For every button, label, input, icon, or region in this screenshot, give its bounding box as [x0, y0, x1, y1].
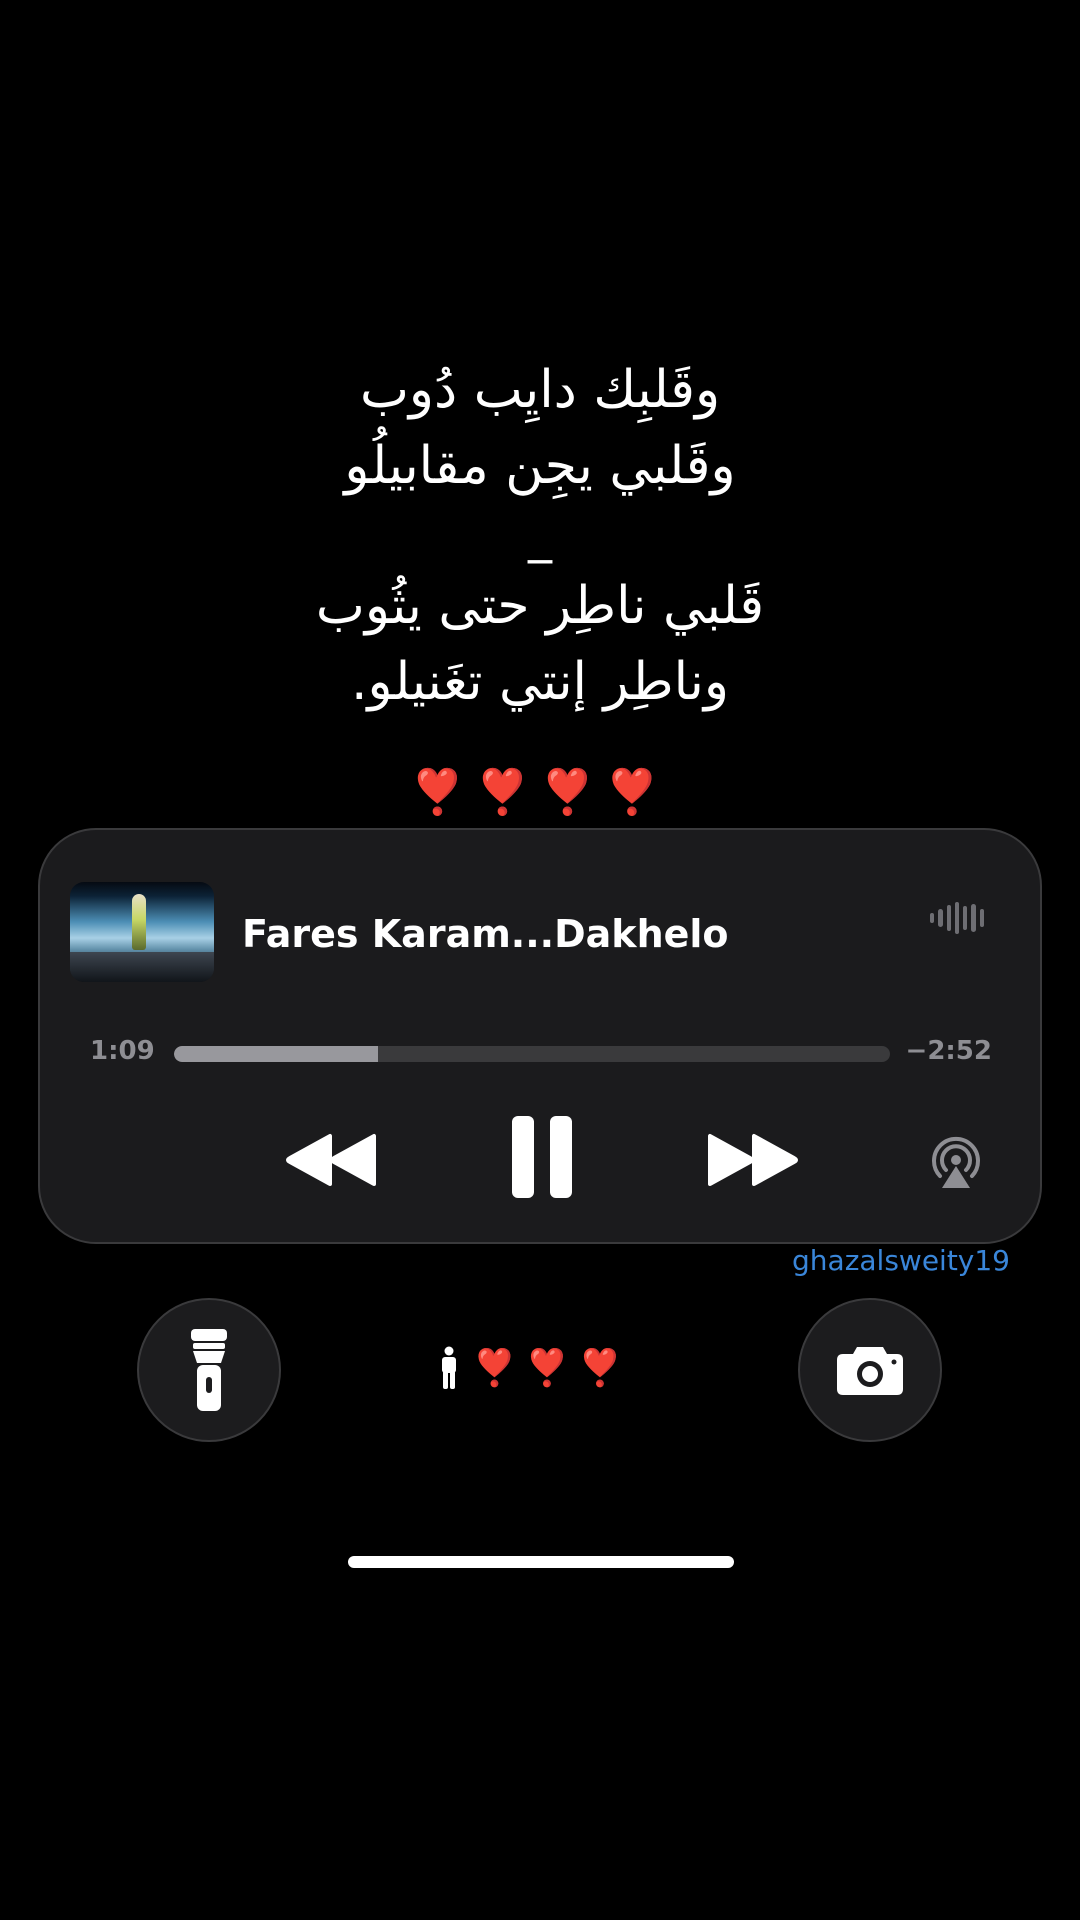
- home-indicator[interactable]: [348, 1556, 734, 1568]
- flashlight-button[interactable]: [137, 1298, 281, 1442]
- status-row: ❣️❣️❣️: [440, 1344, 640, 1392]
- fast-forward-button[interactable]: [704, 1128, 800, 1192]
- lyrics-line-2: وقَلبي يجِن مقابيلُو: [344, 436, 736, 496]
- creator-username: ghazalsweity19: [792, 1244, 1010, 1277]
- pause-button[interactable]: [506, 1112, 578, 1202]
- camera-button[interactable]: [798, 1298, 942, 1442]
- song-title[interactable]: Fares Karam...Dakhelo: [242, 912, 729, 956]
- lyrics-caption: وقَلبِك دايِب دُوب وقَلبي يجِن مقابيلُو …: [0, 352, 1080, 720]
- album-artwork[interactable]: [70, 882, 214, 982]
- now-playing-widget[interactable]: Fares Karam...Dakhelo 1:09 −2:52: [38, 828, 1042, 1244]
- hearts-emoji-row: ❣️❣️❣️❣️: [410, 767, 670, 818]
- elapsed-time: 1:09: [90, 1036, 155, 1066]
- progress-fill: [174, 1046, 379, 1062]
- airplay-audio-icon: [932, 1136, 980, 1188]
- lyrics-line-3: قَلبي ناطِر حتى يثُوب: [315, 576, 765, 636]
- lyrics-separator: _: [528, 508, 552, 564]
- camera-icon: [837, 1347, 903, 1395]
- artwork-pier: [70, 952, 214, 982]
- flashlight-icon: [191, 1329, 227, 1411]
- rewind-button[interactable]: [284, 1128, 380, 1192]
- lyrics-line-4: وناطِر إنتي تغَنيلو.: [350, 652, 730, 712]
- airplay-button[interactable]: [924, 1130, 988, 1194]
- fast-forward-icon: [708, 1134, 798, 1186]
- pause-icon: [512, 1116, 572, 1198]
- person-standing-icon: [442, 1346, 456, 1389]
- lyrics-line-1: وقَلبِك دايِب دُوب: [359, 360, 721, 420]
- audio-waveform-icon: [930, 900, 984, 936]
- progress-scrubber[interactable]: [174, 1046, 890, 1062]
- artwork-figure: [132, 894, 146, 950]
- rewind-icon: [286, 1134, 376, 1186]
- remaining-time: −2:52: [905, 1036, 992, 1066]
- status-hearts: ❣️❣️❣️: [472, 1348, 631, 1389]
